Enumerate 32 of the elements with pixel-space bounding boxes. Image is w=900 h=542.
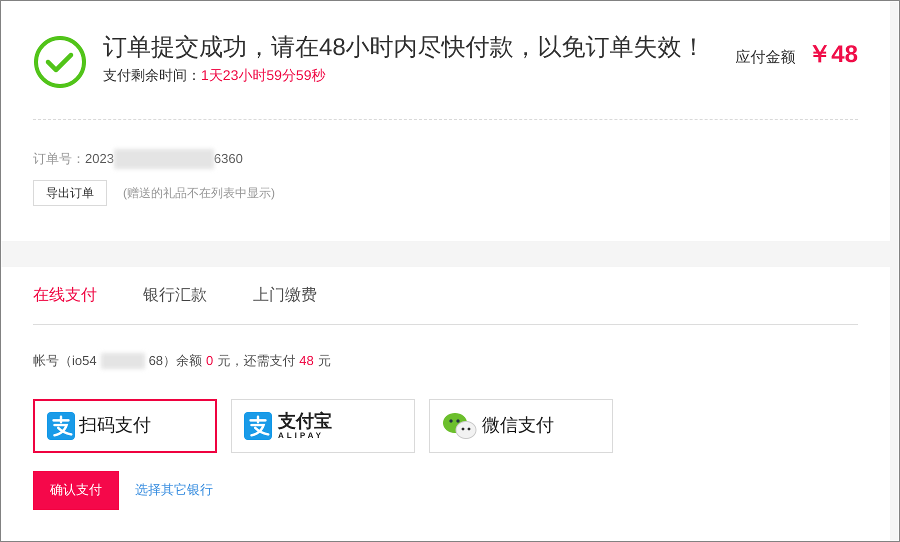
- currency-unit: 元: [318, 352, 331, 370]
- order-number-label: 订单号：: [33, 150, 85, 168]
- alipay-logo-icon: [244, 412, 272, 440]
- success-headline: 订单提交成功，请在48小时内尽快付款，以免订单失效！: [103, 33, 706, 63]
- gift-note: (赠送的礼品不在列表中显示): [123, 185, 275, 202]
- payment-method-option[interactable]: 支付宝 ALIPAY: [231, 398, 415, 452]
- payment-method-option[interactable]: 微信支付: [429, 398, 613, 452]
- balance-value: 0: [206, 352, 214, 370]
- countdown-label: 支付剩余时间：: [103, 66, 201, 85]
- payment-tab[interactable]: 银行汇款: [143, 284, 207, 308]
- method-sublabel: ALIPAY: [278, 432, 324, 440]
- check-circle-icon: [33, 35, 87, 89]
- alipay-logo-icon: [47, 412, 75, 440]
- chat-bubbles-icon: [442, 412, 478, 440]
- order-number-end: 6360: [214, 150, 243, 168]
- balance-label: 68）余额: [148, 352, 202, 370]
- export-order-button[interactable]: 导出订单: [33, 180, 107, 206]
- account-label: 帐号（io54: [33, 352, 97, 370]
- method-label: 扫码支付: [79, 414, 151, 437]
- payment-tab[interactable]: 上门缴费: [253, 284, 317, 308]
- method-label: 微信支付: [482, 414, 554, 437]
- payment-tab[interactable]: 在线支付: [33, 284, 97, 308]
- order-number-start: 2023: [85, 150, 114, 168]
- amount-label: 应付金额: [735, 48, 796, 68]
- due-value: 48: [299, 352, 314, 370]
- countdown-time: 1天23小时59分59秒: [201, 66, 326, 85]
- amount-value: ￥48: [807, 40, 858, 70]
- confirm-payment-button[interactable]: 确认支付: [33, 470, 119, 510]
- due-label: 元，还需支付: [217, 352, 296, 370]
- redacted-block: [100, 352, 145, 369]
- payment-method-option[interactable]: 扫码支付: [33, 398, 217, 452]
- method-label: 支付宝: [278, 412, 332, 430]
